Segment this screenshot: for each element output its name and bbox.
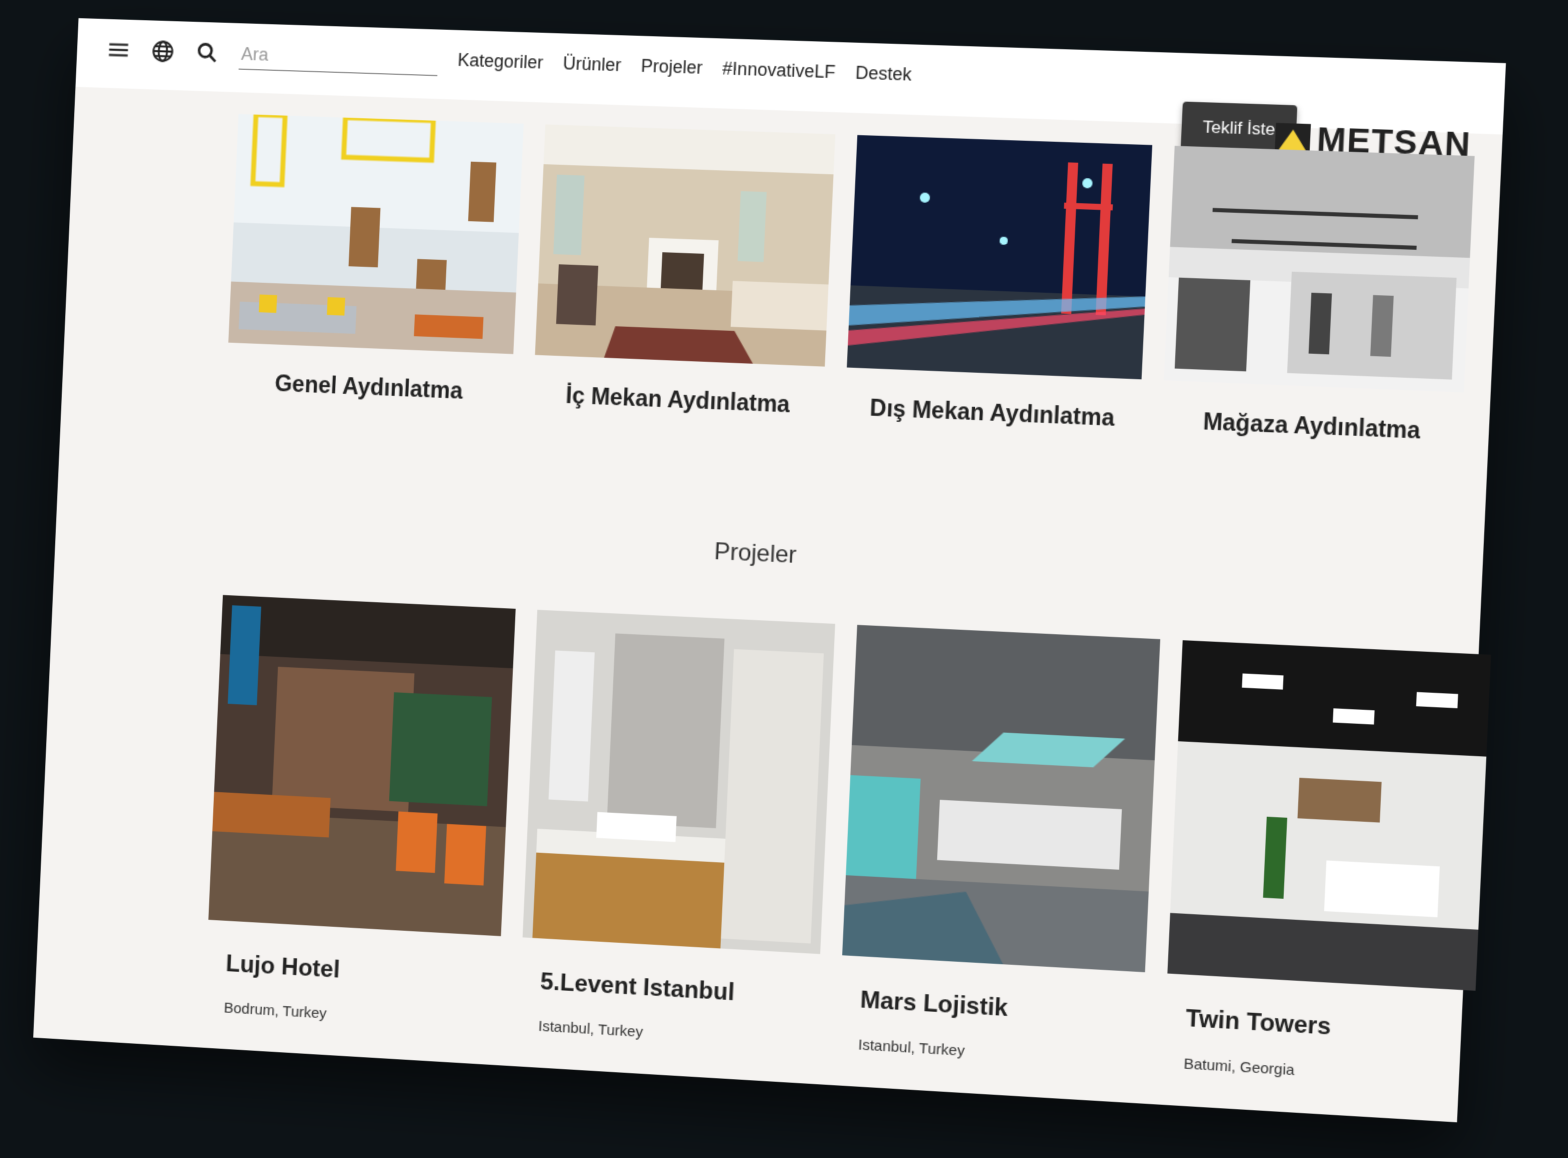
project-card[interactable]: 5.Levent Istanbul Istanbul, Turkey xyxy=(518,610,835,1051)
category-image-bridge-night xyxy=(847,135,1152,379)
globe-icon[interactable] xyxy=(150,38,176,64)
search-icon[interactable] xyxy=(194,40,220,66)
project-location: Bodrum, Turkey xyxy=(204,998,497,1032)
category-image-living-room xyxy=(535,124,835,366)
search-input[interactable] xyxy=(239,39,439,76)
project-name: Twin Towers xyxy=(1165,1004,1474,1050)
category-card[interactable]: Mağaza Aydınlatma xyxy=(1161,146,1474,446)
nav-destek[interactable]: Destek xyxy=(855,63,912,86)
nav-kategoriler[interactable]: Kategoriler xyxy=(457,50,543,74)
project-location: Istanbul, Turkey xyxy=(838,1035,1142,1070)
category-image-atrium xyxy=(228,114,523,354)
project-image-bathroom xyxy=(523,610,836,954)
menu-icon[interactable] xyxy=(105,37,131,63)
category-label: İç Mekan Aydınlatma xyxy=(533,381,824,420)
project-card[interactable]: Twin Towers Batumi, Georgia xyxy=(1163,640,1491,1089)
project-name: Mars Lojistik xyxy=(840,985,1144,1030)
project-image-hotel-bar xyxy=(208,595,515,936)
category-label: Dış Mekan Aydınlatma xyxy=(844,394,1140,433)
projects-grid: Lujo Hotel Bodrum, Turkey 5.Levent Istan… xyxy=(204,595,1491,1090)
project-card[interactable]: Mars Lojistik Istanbul, Turkey xyxy=(838,625,1160,1070)
project-image-lobby xyxy=(1167,640,1491,991)
category-label: Mağaza Aydınlatma xyxy=(1161,407,1462,447)
project-location: Istanbul, Turkey xyxy=(518,1017,816,1051)
nav-projeler[interactable]: Projeler xyxy=(641,56,703,79)
nav-innovativelf[interactable]: #InnovativeLF xyxy=(722,58,836,83)
category-grid: Genel Aydınlatma İç Mekan Aydınlatma Dış… xyxy=(226,114,1475,446)
category-card[interactable]: Dış Mekan Aydınlatma xyxy=(844,135,1152,433)
category-image-store xyxy=(1164,146,1475,392)
category-label: Genel Aydınlatma xyxy=(226,368,512,406)
stage: Kategoriler Ürünler Projeler #Innovative… xyxy=(0,0,1568,1158)
category-card[interactable]: Genel Aydınlatma xyxy=(226,114,524,407)
project-image-office xyxy=(842,625,1160,972)
nav-urunler[interactable]: Ürünler xyxy=(562,53,621,76)
project-card[interactable]: Lujo Hotel Bodrum, Turkey xyxy=(204,595,516,1032)
category-card[interactable]: İç Mekan Aydınlatma xyxy=(533,124,836,419)
main-nav: Kategoriler Ürünler Projeler #Innovative… xyxy=(457,50,912,86)
projects-title: Projeler xyxy=(56,509,1483,602)
project-name: Lujo Hotel xyxy=(206,949,500,993)
project-name: 5.Levent Istanbul xyxy=(520,967,819,1012)
browser-screen: Kategoriler Ürünler Projeler #Innovative… xyxy=(33,18,1506,1122)
project-location: Batumi, Georgia xyxy=(1163,1054,1472,1089)
